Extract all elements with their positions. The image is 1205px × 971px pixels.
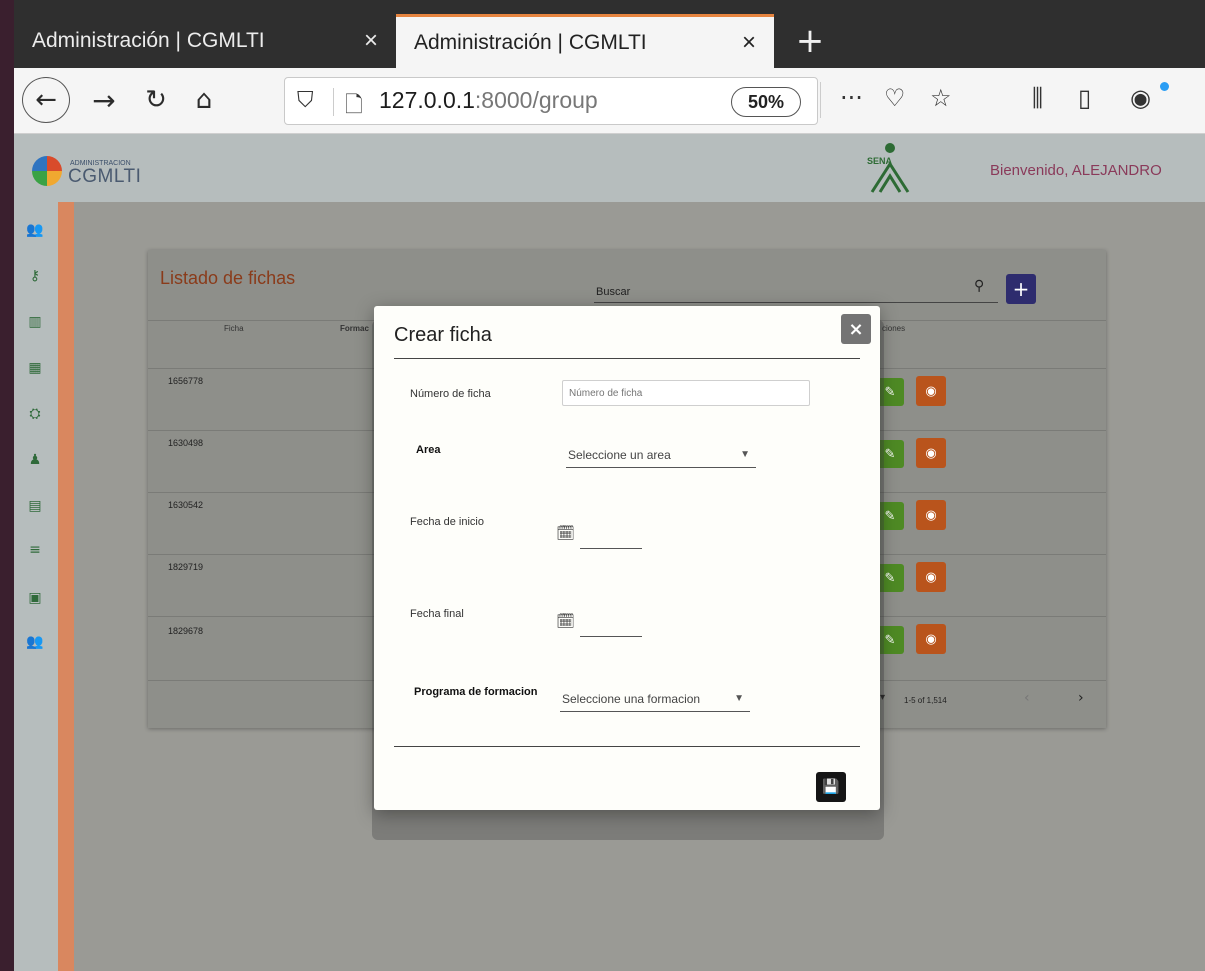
sena-logo-icon	[870, 143, 910, 193]
save-button[interactable]: 💾	[816, 772, 846, 802]
browser-tab-1[interactable]: Administración | CGMLTI ×	[14, 14, 396, 68]
numero-ficha-input[interactable]	[562, 380, 810, 406]
crear-ficha-modal: Crear ficha × Número de ficha Area Selec…	[374, 306, 880, 810]
view-eye-icon[interactable]: ◉	[916, 376, 946, 406]
programa-select-value: Seleccione una formacion	[562, 692, 701, 706]
fecha-final-input[interactable]	[580, 636, 642, 637]
team-icon[interactable]: 👥	[24, 634, 46, 650]
modal-title: Crear ficha	[394, 324, 492, 346]
url-separator	[333, 88, 334, 116]
column-header-ficha: Ficha	[224, 324, 244, 333]
next-page-icon[interactable]: ›	[1078, 690, 1084, 706]
numero-ficha-label: Número de ficha	[410, 388, 491, 400]
more-actions-icon[interactable]: ···	[840, 84, 863, 112]
app-viewport: ADMINISTRACION CGMLTI SENA Bienvenido, A…	[14, 134, 1205, 971]
view-eye-icon[interactable]: ◉	[916, 624, 946, 654]
url-path: :8000/group	[474, 87, 598, 113]
tab-close-icon[interactable]: ×	[742, 29, 756, 57]
sena-logo-text: SENA	[867, 156, 893, 166]
tab-title: Administración | CGMLTI	[32, 29, 265, 52]
area-label: Area	[416, 444, 441, 456]
bookmark-star-icon[interactable]: ☆	[930, 84, 952, 112]
calendar-icon[interactable]: 🗓	[556, 612, 575, 630]
forward-arrow-icon[interactable]: →	[84, 76, 124, 124]
library-icon[interactable]: ⫼	[1032, 84, 1043, 112]
area-select-value: Seleccione un area	[568, 448, 671, 462]
welcome-text: Bienvenido, ALEJANDRO	[990, 162, 1162, 179]
notification-dot	[1160, 82, 1169, 91]
area-select[interactable]: Seleccione un area ▼	[566, 446, 756, 468]
id-card-icon[interactable]: ▤	[24, 498, 46, 514]
contact-card-icon[interactable]: ▣	[24, 590, 46, 606]
new-tab-button[interactable]: +	[790, 14, 830, 68]
modal-top-divider	[394, 358, 860, 359]
table-row: 1630542	[168, 500, 204, 510]
table-row: 1829719	[168, 562, 204, 572]
programa-formacion-select[interactable]: Seleccione una formacion ▼	[560, 690, 750, 712]
pocket-icon[interactable]: ♡	[884, 84, 906, 112]
column-header-formacion: Formac	[340, 324, 369, 333]
sidebar-toggle-icon[interactable]: ▯	[1078, 84, 1091, 112]
cgmlti-logo-icon	[32, 156, 62, 186]
person-icon[interactable]: ♟	[24, 452, 46, 468]
add-ficha-button[interactable]: +	[1006, 274, 1036, 304]
search-underline	[594, 302, 998, 303]
zoom-level-badge[interactable]: 50%	[731, 87, 801, 117]
url-bar[interactable]: ⛉ 🗋 127.0.0.1:8000/group 50%	[284, 77, 818, 125]
tab-close-icon[interactable]: ×	[364, 27, 378, 55]
fecha-final-label: Fecha final	[410, 608, 464, 620]
back-arrow-icon[interactable]: ←	[22, 77, 70, 123]
table-row: 1656778	[168, 376, 204, 386]
side-navigation: 👥 ⚷ ▥ ▦ ⛭ ♟ ▤ ≡ ▣ 👥	[14, 202, 58, 971]
search-icon[interactable]: ⚲	[974, 278, 984, 294]
card-title: Listado de fichas	[160, 268, 296, 288]
view-eye-icon[interactable]: ◉	[916, 500, 946, 530]
key-icon[interactable]: ⚷	[24, 268, 46, 284]
url-text[interactable]: 127.0.0.1:8000/group	[379, 87, 598, 114]
table-row: 1829678	[168, 626, 204, 636]
close-icon[interactable]: ×	[841, 314, 871, 344]
calendar-icon[interactable]: 🗓	[556, 524, 575, 542]
chevron-down-icon: ▼	[740, 449, 750, 460]
table-row: 1630498	[168, 438, 204, 448]
view-eye-icon[interactable]: ◉	[916, 562, 946, 592]
reload-icon[interactable]: ↻	[136, 76, 176, 124]
previous-page-icon[interactable]: ‹	[1024, 690, 1030, 706]
modal-bottom-divider	[394, 746, 860, 747]
window-edge	[0, 0, 14, 971]
url-host: 127.0.0.1	[379, 87, 475, 113]
group-icon[interactable]: ⛭	[24, 406, 46, 422]
shield-icon[interactable]: ⛉	[297, 88, 314, 113]
logo-title: CGMLTI	[68, 166, 142, 187]
side-accent-bar	[58, 202, 74, 971]
fecha-inicio-label: Fecha de inicio	[410, 516, 484, 528]
page-icon: 🗋	[345, 93, 363, 118]
chevron-down-icon: ▼	[734, 693, 744, 704]
view-eye-icon[interactable]: ◉	[916, 438, 946, 468]
pagination-range: 1-5 of 1,514	[904, 696, 947, 705]
account-icon[interactable]: ◉	[1130, 84, 1151, 112]
users-icon[interactable]: 👥	[24, 222, 46, 238]
browser-tab-2[interactable]: Administración | CGMLTI ×	[396, 14, 774, 68]
tab-title: Administración | CGMLTI	[414, 30, 647, 54]
toolbar-separator	[820, 82, 821, 118]
home-icon[interactable]: ⌂	[184, 76, 224, 124]
list-icon[interactable]: ≡	[24, 542, 46, 558]
browser-tab-bar: Administración | CGMLTI × Administración…	[14, 0, 1205, 68]
search-input[interactable]: Buscar	[596, 286, 630, 298]
calendar-icon[interactable]: ▦	[24, 360, 46, 376]
app-header: ADMINISTRACION CGMLTI SENA Bienvenido, A…	[14, 134, 1205, 202]
column-header-acciones: ciones	[882, 324, 906, 333]
browser-navigation-bar: ← → ↻ ⌂ ⛉ 🗋 127.0.0.1:8000/group 50% ···…	[14, 68, 1205, 134]
chart-icon[interactable]: ▥	[24, 314, 46, 330]
programa-formacion-label: Programa de formacion	[414, 686, 538, 698]
fecha-inicio-input[interactable]	[580, 548, 642, 549]
